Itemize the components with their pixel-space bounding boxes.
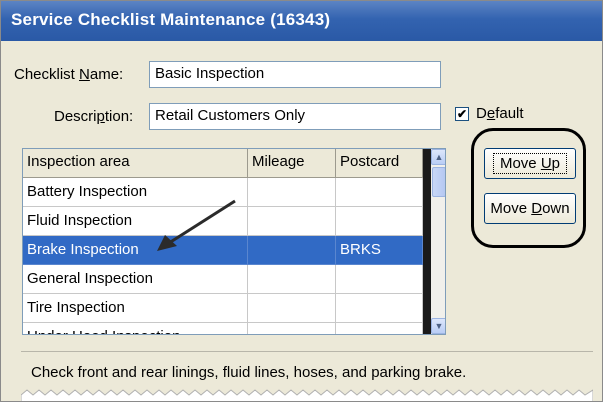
default-checkbox[interactable]: ✔ xyxy=(455,107,469,121)
scroll-thumb[interactable] xyxy=(432,167,445,197)
default-label: Default xyxy=(476,105,524,122)
annotation-highlight-oval xyxy=(471,128,586,248)
dialog-window: Service Checklist Maintenance (16343) Ch… xyxy=(0,0,603,402)
cell-postcard xyxy=(336,207,423,236)
table-row[interactable]: Under Hood Inspection xyxy=(23,323,423,334)
window-title: Service Checklist Maintenance (16343) xyxy=(11,10,331,29)
annotation-arrow xyxy=(157,199,236,251)
cell-postcard xyxy=(336,265,423,294)
cell-mileage xyxy=(248,178,336,207)
column-header-mileage[interactable]: Mileage xyxy=(248,149,336,178)
title-bar[interactable]: Service Checklist Maintenance (16343) xyxy=(1,1,602,41)
check-icon: ✔ xyxy=(456,107,468,121)
cell-inspection-area: General Inspection xyxy=(23,265,248,294)
cell-postcard xyxy=(336,178,423,207)
cell-postcard xyxy=(336,323,423,334)
checklist-name-field[interactable]: Basic Inspection xyxy=(149,61,441,88)
cell-postcard: BRKS xyxy=(336,236,423,265)
cell-mileage xyxy=(248,236,336,265)
column-header-postcard[interactable]: Postcard xyxy=(336,149,423,178)
cell-postcard xyxy=(336,294,423,323)
checklist-name-label: Checklist Name: xyxy=(14,66,124,83)
scroll-up-arrow-icon[interactable]: ▲ xyxy=(431,149,445,165)
vertical-scrollbar[interactable]: ▲ ▼ xyxy=(431,149,445,334)
cell-mileage xyxy=(248,207,336,236)
grid-divider xyxy=(423,149,431,334)
cell-mileage xyxy=(248,265,336,294)
column-header-inspection-area[interactable]: Inspection area xyxy=(23,149,248,178)
cell-mileage xyxy=(248,294,336,323)
scroll-down-arrow-icon[interactable]: ▼ xyxy=(431,318,445,334)
table-row[interactable]: General Inspection xyxy=(23,265,423,294)
description-label: Description: xyxy=(54,108,134,125)
torn-edge xyxy=(21,389,593,401)
description-field[interactable]: Retail Customers Only xyxy=(149,103,441,130)
cell-inspection-area: Tire Inspection xyxy=(23,294,248,323)
cell-mileage xyxy=(248,323,336,334)
table-row[interactable]: Tire Inspection xyxy=(23,294,423,323)
cell-inspection-area: Under Hood Inspection xyxy=(23,323,248,334)
